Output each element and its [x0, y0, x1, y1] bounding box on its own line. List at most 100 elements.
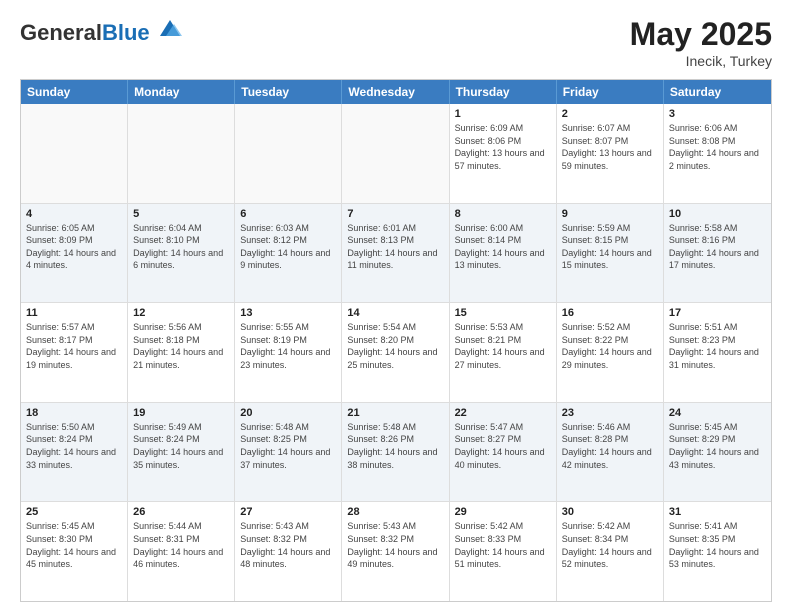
title-month: May 2025	[630, 16, 772, 53]
day-info: Sunrise: 5:48 AM Sunset: 8:26 PM Dayligh…	[347, 421, 443, 471]
day-number: 23	[562, 407, 658, 419]
day-cell-23: 23 Sunrise: 5:46 AM Sunset: 8:28 PM Dayli…	[557, 403, 664, 502]
header-day-friday: Friday	[557, 80, 664, 104]
day-info: Sunrise: 5:43 AM Sunset: 8:32 PM Dayligh…	[240, 520, 336, 570]
day-number: 12	[133, 307, 229, 319]
day-number: 14	[347, 307, 443, 319]
day-number: 13	[240, 307, 336, 319]
calendar-row-1: 4 Sunrise: 6:05 AM Sunset: 8:09 PM Daylig…	[21, 203, 771, 303]
day-cell-16: 16 Sunrise: 5:52 AM Sunset: 8:22 PM Dayli…	[557, 303, 664, 402]
calendar: SundayMondayTuesdayWednesdayThursdayFrid…	[20, 79, 772, 602]
day-cell-18: 18 Sunrise: 5:50 AM Sunset: 8:24 PM Dayli…	[21, 403, 128, 502]
day-number: 6	[240, 208, 336, 220]
day-info: Sunrise: 5:50 AM Sunset: 8:24 PM Dayligh…	[26, 421, 122, 471]
day-cell-7: 7 Sunrise: 6:01 AM Sunset: 8:13 PM Daylig…	[342, 204, 449, 303]
day-info: Sunrise: 5:48 AM Sunset: 8:25 PM Dayligh…	[240, 421, 336, 471]
day-cell-6: 6 Sunrise: 6:03 AM Sunset: 8:12 PM Daylig…	[235, 204, 342, 303]
page: GeneralBlue May 2025 Inecik, Turkey Sund…	[0, 0, 792, 612]
day-info: Sunrise: 6:05 AM Sunset: 8:09 PM Dayligh…	[26, 222, 122, 272]
day-number: 22	[455, 407, 551, 419]
day-number: 1	[455, 108, 551, 120]
header-day-tuesday: Tuesday	[235, 80, 342, 104]
calendar-row-2: 11Sunrise: 5:57 AM Sunset: 8:17 PM Dayli…	[21, 302, 771, 402]
empty-cell	[128, 104, 235, 203]
day-number: 15	[455, 307, 551, 319]
header-day-saturday: Saturday	[664, 80, 771, 104]
header-day-monday: Monday	[128, 80, 235, 104]
day-info: Sunrise: 5:58 AM Sunset: 8:16 PM Dayligh…	[669, 222, 766, 272]
day-cell-4: 4 Sunrise: 6:05 AM Sunset: 8:09 PM Daylig…	[21, 204, 128, 303]
day-number: 21	[347, 407, 443, 419]
day-number: 30	[562, 506, 658, 518]
day-cell-20: 20Sunrise: 5:48 AM Sunset: 8:25 PM Dayli…	[235, 403, 342, 502]
empty-cell	[235, 104, 342, 203]
day-info: Sunrise: 5:45 AM Sunset: 8:29 PM Dayligh…	[669, 421, 766, 471]
calendar-row-4: 25Sunrise: 5:45 AM Sunset: 8:30 PM Dayli…	[21, 501, 771, 601]
day-cell-19: 19 Sunrise: 5:49 AM Sunset: 8:24 PM Dayli…	[128, 403, 235, 502]
day-cell-26: 26 Sunrise: 5:44 AM Sunset: 8:31 PM Dayli…	[128, 502, 235, 601]
calendar-row-0: 1Sunrise: 6:09 AM Sunset: 8:06 PM Daylig…	[21, 104, 771, 203]
day-info: Sunrise: 6:06 AM Sunset: 8:08 PM Dayligh…	[669, 122, 766, 172]
day-info: Sunrise: 6:00 AM Sunset: 8:14 PM Dayligh…	[455, 222, 551, 272]
day-cell-30: 30 Sunrise: 5:42 AM Sunset: 8:34 PM Dayli…	[557, 502, 664, 601]
day-number: 7	[347, 208, 443, 220]
day-number: 19	[133, 407, 229, 419]
day-cell-14: 14 Sunrise: 5:54 AM Sunset: 8:20 PM Dayli…	[342, 303, 449, 402]
header: GeneralBlue May 2025 Inecik, Turkey	[20, 16, 772, 69]
day-number: 5	[133, 208, 229, 220]
day-number: 17	[669, 307, 766, 319]
day-number: 2	[562, 108, 658, 120]
day-cell-10: 10Sunrise: 5:58 AM Sunset: 8:16 PM Dayli…	[664, 204, 771, 303]
day-info: Sunrise: 5:54 AM Sunset: 8:20 PM Dayligh…	[347, 321, 443, 371]
day-info: Sunrise: 5:44 AM Sunset: 8:31 PM Dayligh…	[133, 520, 229, 570]
day-info: Sunrise: 6:01 AM Sunset: 8:13 PM Dayligh…	[347, 222, 443, 272]
day-cell-1: 1Sunrise: 6:09 AM Sunset: 8:06 PM Daylig…	[450, 104, 557, 203]
day-cell-27: 27Sunrise: 5:43 AM Sunset: 8:32 PM Dayli…	[235, 502, 342, 601]
day-cell-9: 9 Sunrise: 5:59 AM Sunset: 8:15 PM Daylig…	[557, 204, 664, 303]
day-cell-24: 24Sunrise: 5:45 AM Sunset: 8:29 PM Dayli…	[664, 403, 771, 502]
day-number: 31	[669, 506, 766, 518]
day-info: Sunrise: 5:47 AM Sunset: 8:27 PM Dayligh…	[455, 421, 551, 471]
header-day-thursday: Thursday	[450, 80, 557, 104]
day-info: Sunrise: 5:52 AM Sunset: 8:22 PM Dayligh…	[562, 321, 658, 371]
logo-general: General	[20, 20, 102, 45]
day-info: Sunrise: 5:59 AM Sunset: 8:15 PM Dayligh…	[562, 222, 658, 272]
day-cell-5: 5Sunrise: 6:04 AM Sunset: 8:10 PM Daylig…	[128, 204, 235, 303]
day-number: 3	[669, 108, 766, 120]
day-info: Sunrise: 5:45 AM Sunset: 8:30 PM Dayligh…	[26, 520, 122, 570]
day-cell-31: 31Sunrise: 5:41 AM Sunset: 8:35 PM Dayli…	[664, 502, 771, 601]
day-number: 8	[455, 208, 551, 220]
logo: GeneralBlue	[20, 16, 182, 44]
day-cell-17: 17 Sunrise: 5:51 AM Sunset: 8:23 PM Dayli…	[664, 303, 771, 402]
day-number: 18	[26, 407, 122, 419]
day-info: Sunrise: 5:42 AM Sunset: 8:33 PM Dayligh…	[455, 520, 551, 570]
day-cell-21: 21 Sunrise: 5:48 AM Sunset: 8:26 PM Dayli…	[342, 403, 449, 502]
day-number: 9	[562, 208, 658, 220]
day-number: 16	[562, 307, 658, 319]
day-number: 26	[133, 506, 229, 518]
day-info: Sunrise: 5:42 AM Sunset: 8:34 PM Dayligh…	[562, 520, 658, 570]
title-block: May 2025 Inecik, Turkey	[630, 16, 772, 69]
day-cell-2: 2 Sunrise: 6:07 AM Sunset: 8:07 PM Daylig…	[557, 104, 664, 203]
day-cell-15: 15Sunrise: 5:53 AM Sunset: 8:21 PM Dayli…	[450, 303, 557, 402]
day-info: Sunrise: 5:46 AM Sunset: 8:28 PM Dayligh…	[562, 421, 658, 471]
day-cell-8: 8 Sunrise: 6:00 AM Sunset: 8:14 PM Daylig…	[450, 204, 557, 303]
day-info: Sunrise: 5:49 AM Sunset: 8:24 PM Dayligh…	[133, 421, 229, 471]
day-cell-3: 3 Sunrise: 6:06 AM Sunset: 8:08 PM Daylig…	[664, 104, 771, 203]
day-info: Sunrise: 5:55 AM Sunset: 8:19 PM Dayligh…	[240, 321, 336, 371]
calendar-header: SundayMondayTuesdayWednesdayThursdayFrid…	[21, 80, 771, 104]
day-info: Sunrise: 5:43 AM Sunset: 8:32 PM Dayligh…	[347, 520, 443, 570]
logo-icon	[158, 16, 182, 40]
day-cell-29: 29Sunrise: 5:42 AM Sunset: 8:33 PM Dayli…	[450, 502, 557, 601]
header-day-sunday: Sunday	[21, 80, 128, 104]
day-cell-22: 22 Sunrise: 5:47 AM Sunset: 8:27 PM Dayli…	[450, 403, 557, 502]
day-info: Sunrise: 6:07 AM Sunset: 8:07 PM Dayligh…	[562, 122, 658, 172]
day-info: Sunrise: 5:56 AM Sunset: 8:18 PM Dayligh…	[133, 321, 229, 371]
logo-text: GeneralBlue	[20, 16, 182, 44]
day-info: Sunrise: 5:51 AM Sunset: 8:23 PM Dayligh…	[669, 321, 766, 371]
day-info: Sunrise: 6:03 AM Sunset: 8:12 PM Dayligh…	[240, 222, 336, 272]
title-location: Inecik, Turkey	[630, 53, 772, 69]
day-number: 4	[26, 208, 122, 220]
day-number: 11	[26, 307, 122, 319]
day-number: 28	[347, 506, 443, 518]
